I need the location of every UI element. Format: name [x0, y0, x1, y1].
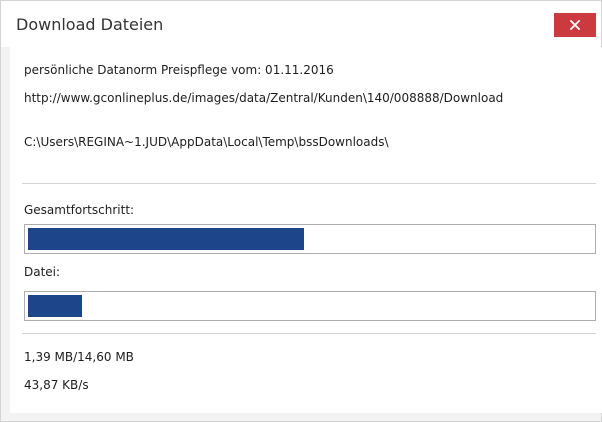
local-path: C:\Users\REGINA~1.JUD\AppData\Local\Temp… [24, 135, 389, 149]
total-progress-label: Gesamtfortschritt: [24, 203, 135, 217]
download-dialog: Download Dateien persönliche Datanorm Pr… [0, 0, 602, 422]
divider [22, 183, 596, 184]
window-title: Download Dateien [16, 15, 164, 34]
file-progress-label: Datei: [24, 265, 61, 279]
file-progress-fill [28, 295, 82, 317]
file-progress-bar [24, 291, 596, 321]
content-panel: persönliche Datanorm Preispflege vom: 01… [10, 47, 602, 413]
speed-status: 43,87 KB/s [24, 378, 89, 392]
total-progress-bar [24, 224, 596, 254]
size-status: 1,39 MB/14,60 MB [24, 350, 134, 364]
divider [22, 333, 596, 334]
total-progress-fill [28, 228, 304, 250]
title-bar[interactable]: Download Dateien [1, 1, 601, 47]
description-text: persönliche Datanorm Preispflege vom: 01… [24, 63, 334, 77]
close-button[interactable] [554, 13, 596, 37]
close-x-icon [570, 20, 580, 30]
download-url: http://www.gconlineplus.de/images/data/Z… [24, 91, 504, 105]
